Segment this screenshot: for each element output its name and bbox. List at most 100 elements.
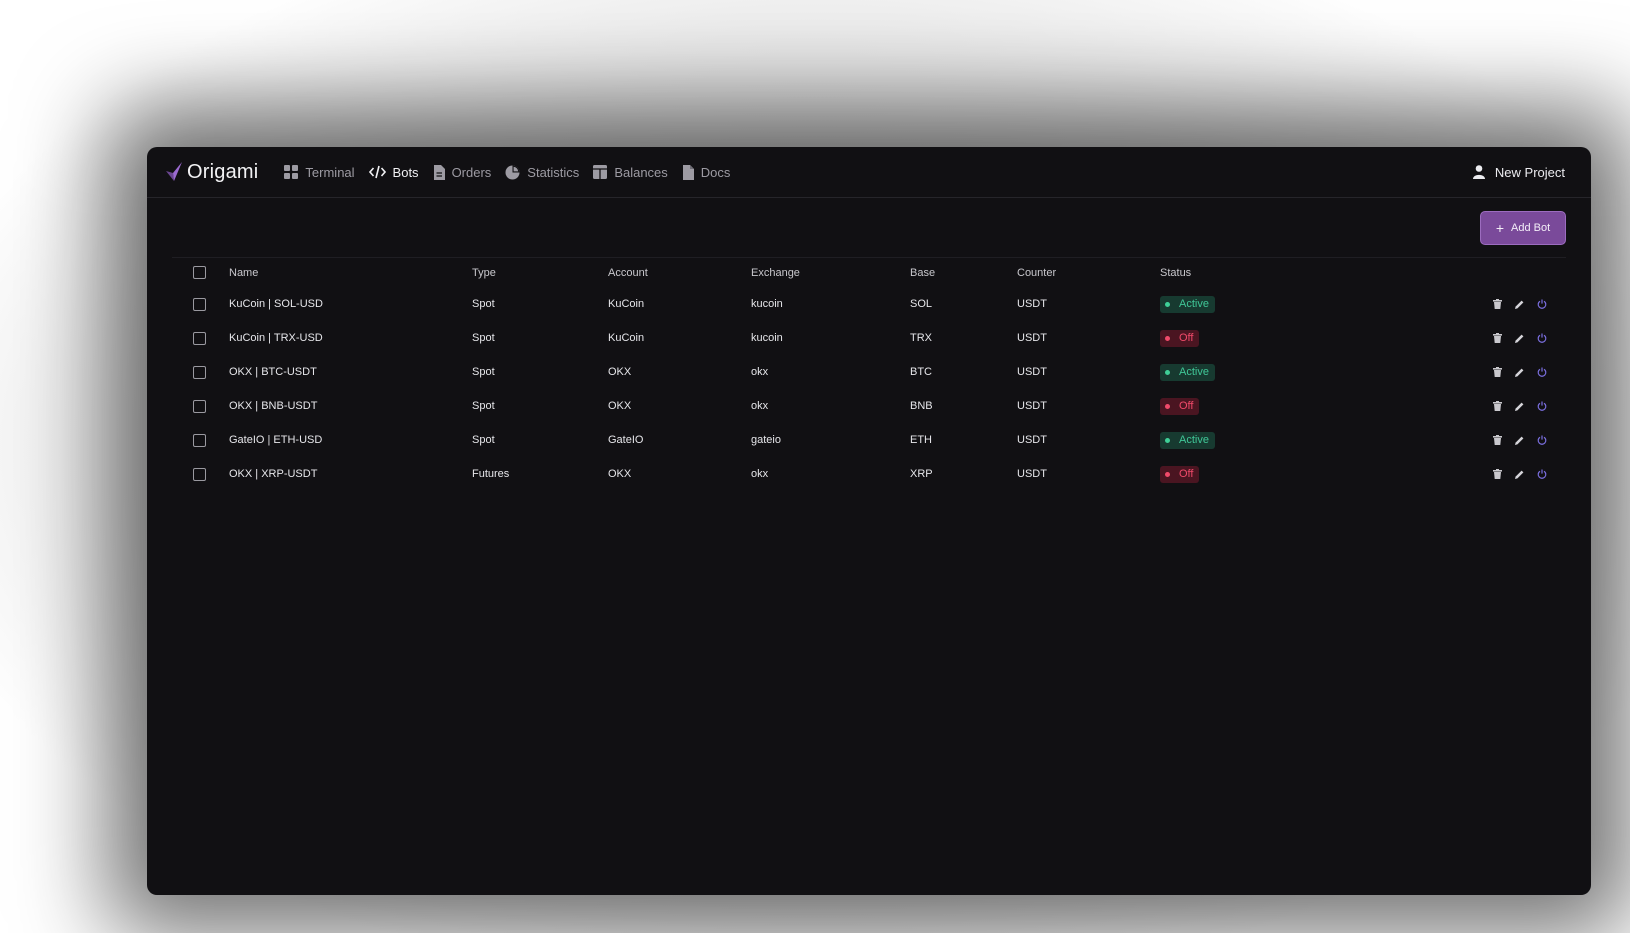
status-label: Off <box>1179 400 1194 412</box>
cell-type: Spot <box>472 298 495 310</box>
power-icon <box>1537 401 1547 411</box>
table-row[interactable]: GateIO | ETH-USD Spot GateIO gateio ETH USDT A… <box>172 423 1566 457</box>
cell-account: OKX <box>608 400 632 412</box>
edit-button[interactable] <box>1515 436 1524 445</box>
delete-button[interactable] <box>1493 401 1502 411</box>
row-checkbox[interactable] <box>193 467 206 481</box>
plus-icon: + <box>1495 220 1505 236</box>
toolbar: + Add Bot <box>147 198 1591 257</box>
status-badge: Off <box>1160 397 1200 415</box>
column-header: Counter <box>1017 266 1057 279</box>
edit-button[interactable] <box>1515 300 1524 309</box>
toggle-power-button[interactable] <box>1537 333 1547 343</box>
row-select-cell <box>172 321 229 355</box>
status-dot <box>1165 369 1170 375</box>
nav-statistics[interactable]: Statistics <box>505 165 579 180</box>
cell-base: TRX <box>910 332 932 344</box>
row-actions <box>1340 367 1566 377</box>
cell-account: KuCoin <box>608 298 645 310</box>
cell-type: Spot <box>472 400 495 412</box>
cell-actions <box>1340 457 1566 491</box>
cell-status: Off <box>1160 389 1340 423</box>
nav-balances-label: Balances <box>614 164 668 180</box>
row-checkbox[interactable] <box>193 297 206 311</box>
toggle-power-button[interactable] <box>1537 401 1547 411</box>
nav-bots[interactable]: Bots <box>368 165 419 180</box>
status-label: Off <box>1179 468 1194 480</box>
cell-exchange: gateio <box>751 434 781 446</box>
status-badge: Active <box>1160 295 1215 313</box>
row-checkbox[interactable] <box>193 399 206 413</box>
power-icon <box>1537 435 1547 445</box>
delete-button[interactable] <box>1493 367 1502 377</box>
project-switcher[interactable]: New Project <box>1472 165 1565 180</box>
cell-status: Off <box>1160 457 1340 491</box>
status-badge: Off <box>1160 329 1200 347</box>
trash-icon <box>1493 333 1502 343</box>
row-checkbox[interactable] <box>193 433 206 447</box>
cell-base: XRP <box>910 468 933 480</box>
nav-docs[interactable]: Docs <box>682 164 730 180</box>
edit-button[interactable] <box>1515 470 1524 479</box>
add-bot-label: Add Bot <box>1511 222 1551 234</box>
edit-button[interactable] <box>1515 402 1524 411</box>
brand-name: Origami <box>187 160 259 183</box>
origami-logo-icon <box>166 162 182 181</box>
power-icon <box>1537 333 1547 343</box>
cell-counter: USDT <box>1017 400 1047 412</box>
nav-terminal-label: Terminal <box>305 164 355 180</box>
pie-chart-icon <box>505 165 520 179</box>
table-row[interactable]: OKX | BNB-USDT Spot OKX okx BNB USDT Off <box>172 389 1566 423</box>
cell-actions <box>1340 423 1566 457</box>
column-header: Type <box>472 266 496 279</box>
status-label: Off <box>1179 332 1194 344</box>
status-label: Active <box>1179 298 1209 310</box>
toggle-power-button[interactable] <box>1537 435 1547 445</box>
status-dot <box>1165 335 1170 341</box>
document-icon <box>433 164 445 180</box>
toggle-power-button[interactable] <box>1537 367 1547 377</box>
cell-name: OKX | BTC-USDT <box>229 366 317 378</box>
select-all-checkbox[interactable] <box>193 266 206 279</box>
cell-exchange: kucoin <box>751 332 783 344</box>
toggle-power-button[interactable] <box>1537 469 1547 479</box>
nav-statistics-label: Statistics <box>527 164 580 180</box>
edit-button[interactable] <box>1515 368 1524 377</box>
cell-name: OKX | BNB-USDT <box>229 400 318 412</box>
nav-balances[interactable]: Balances <box>593 164 668 180</box>
row-actions <box>1340 299 1566 309</box>
nav-orders[interactable]: Orders <box>433 164 492 180</box>
power-icon <box>1537 469 1547 479</box>
table-row[interactable]: KuCoin | SOL-USD Spot KuCoin kucoin SOL USDT A… <box>172 287 1566 321</box>
bots-table: Name Type Account Exchange Base Counter … <box>172 257 1566 491</box>
add-bot-button[interactable]: + Add Bot <box>1480 211 1566 245</box>
pencil-icon <box>1515 470 1524 479</box>
cell-account: OKX <box>608 366 632 378</box>
cell-base: BTC <box>910 366 932 378</box>
row-checkbox[interactable] <box>193 365 206 379</box>
column-header: Exchange <box>751 266 800 279</box>
delete-button[interactable] <box>1493 469 1502 479</box>
nav-orders-label: Orders <box>451 164 492 180</box>
edit-button[interactable] <box>1515 334 1524 343</box>
table-row[interactable]: KuCoin | TRX-USD Spot KuCoin kucoin TRX USDT O… <box>172 321 1566 355</box>
delete-button[interactable] <box>1493 435 1502 445</box>
row-checkbox[interactable] <box>193 331 206 345</box>
cell-counter: USDT <box>1017 332 1047 344</box>
pencil-icon <box>1515 436 1524 445</box>
delete-button[interactable] <box>1493 299 1502 309</box>
toggle-power-button[interactable] <box>1537 299 1547 309</box>
cell-name: GateIO | ETH-USD <box>229 434 323 446</box>
delete-button[interactable] <box>1493 333 1502 343</box>
user-icon <box>1472 165 1485 179</box>
column-header: Name <box>229 266 259 279</box>
cell-actions <box>1340 287 1566 321</box>
brand[interactable]: Origami <box>165 161 258 184</box>
power-icon <box>1537 299 1547 309</box>
nav-terminal[interactable]: Terminal <box>284 164 355 180</box>
cell-actions <box>1340 355 1566 389</box>
cell-exchange: okx <box>751 366 769 378</box>
cell-base: ETH <box>910 434 932 446</box>
table-row[interactable]: OKX | XRP-USDT Futures OKX okx XRP USDT Off <box>172 457 1566 491</box>
table-row[interactable]: OKX | BTC-USDT Spot OKX okx BTC USDT Active <box>172 355 1566 389</box>
